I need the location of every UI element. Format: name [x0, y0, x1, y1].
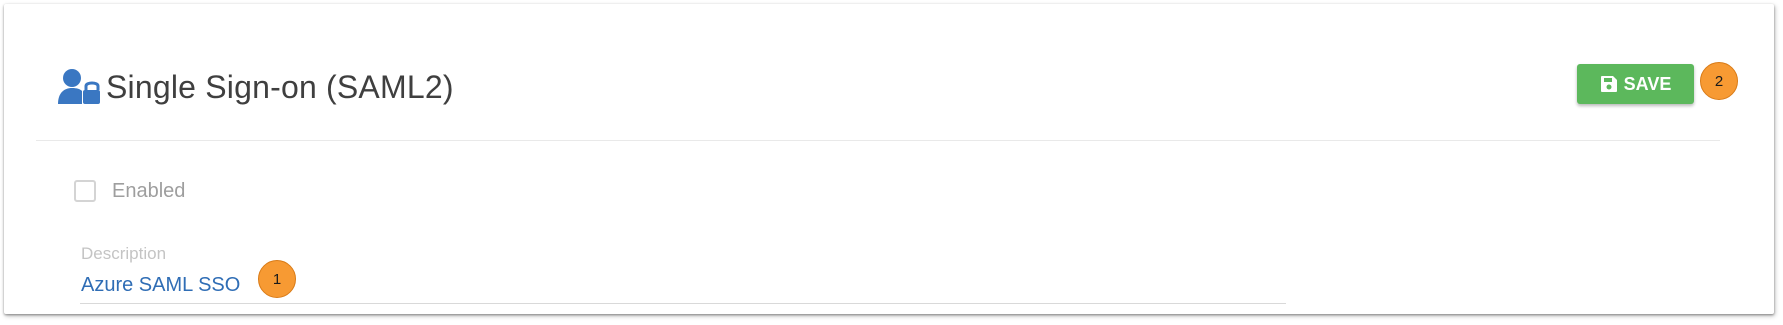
annotation-badge-2: 2: [1700, 62, 1738, 100]
user-lock-icon: [58, 69, 100, 104]
description-label: Description: [81, 244, 167, 263]
save-button-label: SAVE: [1623, 73, 1672, 94]
save-button[interactable]: SAVE: [1577, 64, 1694, 104]
page-title-group: Single Sign-on (SAML2): [58, 67, 454, 107]
floppy-disk-icon: [1600, 76, 1617, 92]
annotation-badge-1: 1: [258, 260, 296, 298]
enabled-checkbox-row: Enabled: [74, 178, 185, 204]
page-title: Single Sign-on (SAML2): [106, 68, 454, 105]
enabled-checkbox-label[interactable]: Enabled: [112, 180, 185, 203]
card-header: Single Sign-on (SAML2) SAVE: [36, 64, 1720, 141]
enabled-checkbox[interactable]: [74, 180, 96, 202]
